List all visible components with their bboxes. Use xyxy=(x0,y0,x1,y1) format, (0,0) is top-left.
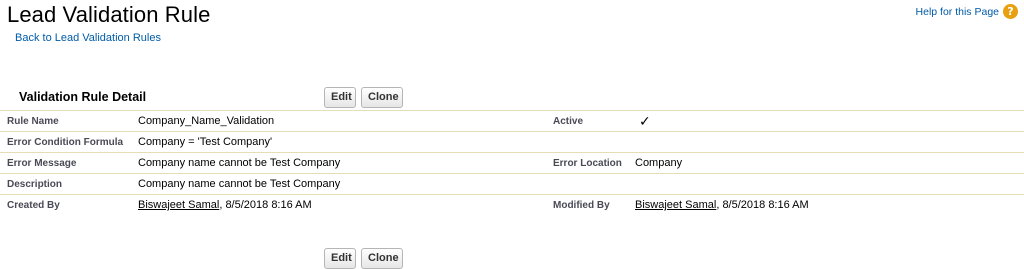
table-row: Created By Biswajeet Samal, 8/5/2018 8:1… xyxy=(0,195,1024,215)
modified-by-user-link[interactable]: Biswajeet Samal xyxy=(635,199,716,211)
detail-table: Rule Name Company_Name_Validation Active… xyxy=(0,110,1024,215)
table-row: Rule Name Company_Name_Validation Active… xyxy=(0,110,1024,132)
created-by-label: Created By xyxy=(7,199,60,211)
created-by-value: Biswajeet Samal, 8/5/2018 8:16 AM xyxy=(130,199,545,211)
help-link[interactable]: Help for this Page xyxy=(916,6,999,18)
error-location-label: Error Location xyxy=(553,157,622,169)
help-area: Help for this Page ? xyxy=(916,4,1018,19)
description-label: Description xyxy=(7,178,63,190)
modified-by-value: Biswajeet Samal, 8/5/2018 8:16 AM xyxy=(627,199,809,211)
error-location-value: Company xyxy=(635,157,683,169)
table-row: Error Condition Formula Company = 'Test … xyxy=(0,132,1024,153)
error-message-label: Error Message xyxy=(7,157,77,169)
page-title: Lead Validation Rule xyxy=(7,2,211,27)
edit-button-top[interactable]: Edit xyxy=(324,87,356,108)
description-value: Company name cannot be Test Company xyxy=(138,178,341,190)
error-message-value: Company name cannot be Test Company xyxy=(138,157,341,169)
back-to-validation-rules-link[interactable]: Back to Lead Validation Rules xyxy=(15,32,161,44)
question-mark-icon[interactable]: ? xyxy=(1003,4,1018,19)
clone-button-bottom[interactable]: Clone xyxy=(361,248,403,269)
modified-by-label: Modified By xyxy=(553,199,610,211)
table-row: Description Company name cannot be Test … xyxy=(0,174,1024,195)
active-label: Active xyxy=(553,115,584,127)
formula-label: Error Condition Formula xyxy=(7,136,124,148)
clone-button-top[interactable]: Clone xyxy=(361,87,403,108)
created-by-user-link[interactable]: Biswajeet Samal xyxy=(138,199,219,211)
rule-name-value: Company_Name_Validation xyxy=(138,115,275,127)
rule-name-label: Rule Name xyxy=(7,115,59,127)
formula-value: Company = 'Test Company' xyxy=(138,136,273,148)
checkmark-icon: ✓ xyxy=(639,112,651,129)
table-row: Error Message Company name cannot be Tes… xyxy=(0,153,1024,174)
edit-button-bottom[interactable]: Edit xyxy=(324,248,356,269)
section-title: Validation Rule Detail xyxy=(19,90,147,104)
created-by-date: , 8/5/2018 8:16 AM xyxy=(219,199,312,211)
modified-by-date: , 8/5/2018 8:16 AM xyxy=(716,199,809,211)
